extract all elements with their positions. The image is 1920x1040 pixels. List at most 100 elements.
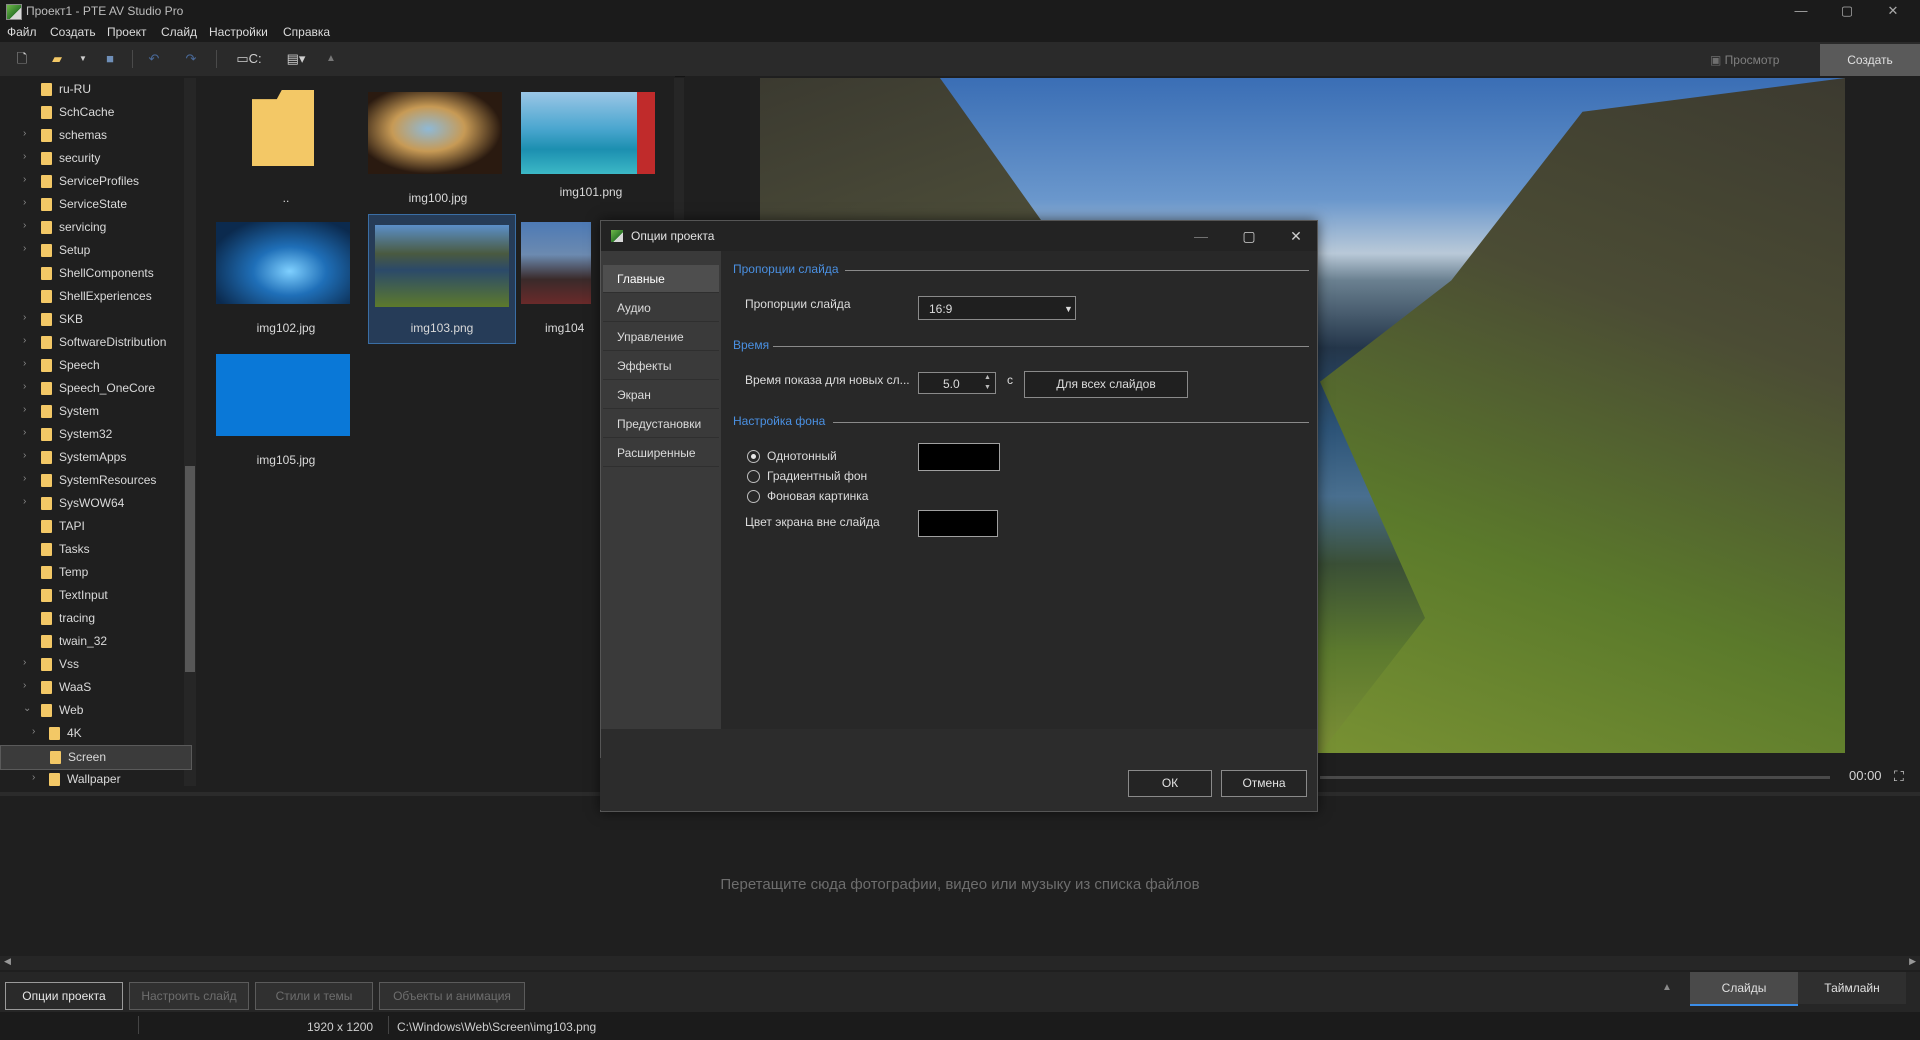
- thumbnail-img102[interactable]: img102.jpg: [210, 212, 350, 337]
- nav-advanced[interactable]: Расширенные: [603, 439, 719, 467]
- tree-item[interactable]: ShellComponents: [0, 262, 190, 285]
- chevron-down-icon[interactable]: ▼: [1064, 304, 1073, 314]
- tab-timeline[interactable]: Таймлайн: [1798, 972, 1906, 1004]
- objects-animation-button[interactable]: Объекты и анимация: [379, 982, 525, 1010]
- menu-project[interactable]: Проект: [107, 25, 147, 39]
- tab-slides[interactable]: Слайды: [1690, 972, 1798, 1006]
- save-icon[interactable]: ■: [101, 50, 119, 68]
- open-folder-icon[interactable]: ▰: [48, 50, 66, 68]
- tree-item[interactable]: › Setup: [0, 239, 190, 262]
- tree-item[interactable]: ShellExperiences: [0, 285, 190, 308]
- menu-help[interactable]: Справка: [283, 25, 330, 39]
- menu-settings[interactable]: Настройки: [209, 25, 268, 39]
- tree-expander-icon[interactable]: ›: [32, 772, 35, 783]
- open-dropdown-icon[interactable]: ▼: [74, 50, 92, 68]
- cancel-button[interactable]: Отмена: [1221, 770, 1307, 797]
- tree-item[interactable]: › Speech_OneCore: [0, 377, 190, 400]
- tree-expander-icon[interactable]: ›: [23, 220, 26, 231]
- tree-expander-icon[interactable]: ›: [23, 404, 26, 415]
- tree-item[interactable]: › servicing: [0, 216, 190, 239]
- nav-screen[interactable]: Экран: [603, 381, 719, 409]
- tree-expander-icon[interactable]: ›: [23, 450, 26, 461]
- outside-color-swatch[interactable]: [918, 510, 998, 537]
- tree-item[interactable]: twain_32: [0, 630, 190, 653]
- tree-expander-icon[interactable]: ›: [23, 335, 26, 346]
- redo-icon[interactable]: ↷: [182, 50, 200, 68]
- dialog-maximize-button[interactable]: ▢: [1235, 225, 1263, 247]
- thumbnail-img101[interactable]: img101.png: [515, 76, 655, 201]
- tree-expander-icon[interactable]: ›: [23, 312, 26, 323]
- maximize-button[interactable]: ▢: [1824, 0, 1870, 22]
- nav-main[interactable]: Главные: [603, 265, 719, 293]
- nav-audio[interactable]: Аудио: [603, 294, 719, 322]
- minimize-button[interactable]: —: [1778, 0, 1824, 22]
- tree-item[interactable]: › Speech: [0, 354, 190, 377]
- tree-item[interactable]: › 4K: [0, 722, 190, 745]
- tree-item[interactable]: › ServiceState: [0, 193, 190, 216]
- tree-expander-icon[interactable]: ›: [23, 496, 26, 507]
- bg-color-swatch[interactable]: [918, 443, 1000, 471]
- thumbnail-parent-folder[interactable]: ..: [210, 82, 350, 207]
- bg-solid-radio[interactable]: [747, 450, 760, 463]
- preview-button[interactable]: ▣ Просмотр: [1710, 49, 1820, 71]
- storyboard-scrollbar[interactable]: ◀ ▶: [0, 956, 1920, 970]
- thumbnail-img100[interactable]: img100.jpg: [362, 82, 502, 207]
- tree-item[interactable]: tracing: [0, 607, 190, 630]
- new-project-icon[interactable]: 🗋: [13, 50, 31, 68]
- tree-item[interactable]: ru-RU: [0, 78, 190, 101]
- tree-item[interactable]: › SystemApps: [0, 446, 190, 469]
- thumbnail-img105[interactable]: img105.jpg: [210, 344, 350, 469]
- thumbnail-img103[interactable]: img103.png: [368, 214, 516, 344]
- tree-item[interactable]: › System32: [0, 423, 190, 446]
- tree-item[interactable]: TextInput: [0, 584, 190, 607]
- create-button[interactable]: Создать: [1820, 44, 1920, 76]
- nav-control[interactable]: Управление: [603, 323, 719, 351]
- tree-item[interactable]: › Wallpaper: [0, 768, 190, 791]
- fullscreen-icon[interactable]: ⛶: [1894, 768, 1904, 785]
- tree-item[interactable]: SchCache: [0, 101, 190, 124]
- tree-expander-icon[interactable]: ›: [23, 243, 26, 254]
- undo-icon[interactable]: ↶: [145, 50, 163, 68]
- scroll-right-icon[interactable]: ▶: [1909, 956, 1916, 967]
- duration-stepper[interactable]: ▲ ▼: [980, 373, 995, 393]
- tree-expander-icon[interactable]: ›: [23, 657, 26, 668]
- tree-item[interactable]: Tasks: [0, 538, 190, 561]
- tree-expander-icon[interactable]: ›: [23, 680, 26, 691]
- scroll-left-icon[interactable]: ◀: [4, 956, 11, 967]
- tree-item[interactable]: › System: [0, 400, 190, 423]
- tree-expander-icon[interactable]: ›: [23, 174, 26, 185]
- tree-item[interactable]: TAPI: [0, 515, 190, 538]
- playback-progress-bar[interactable]: [1320, 776, 1830, 779]
- folder-up-icon[interactable]: ▲: [322, 50, 340, 68]
- menu-slide[interactable]: Слайд: [161, 25, 197, 39]
- bg-gradient-radio[interactable]: [747, 470, 760, 483]
- tree-item[interactable]: ⌄ Web: [0, 699, 190, 722]
- tree-item[interactable]: › ServiceProfiles: [0, 170, 190, 193]
- tree-expander-icon[interactable]: ›: [23, 151, 26, 162]
- apply-all-slides-button[interactable]: Для всех слайдов: [1024, 371, 1188, 398]
- nav-presets[interactable]: Предустановки: [603, 410, 719, 438]
- view-mode-icon[interactable]: ▤▾: [283, 50, 309, 68]
- ok-button[interactable]: ОК: [1128, 770, 1212, 797]
- customize-slide-button[interactable]: Настроить слайд: [129, 982, 249, 1010]
- dialog-minimize-button[interactable]: —: [1187, 225, 1215, 247]
- tree-expander-icon[interactable]: ›: [23, 473, 26, 484]
- nav-effects[interactable]: Эффекты: [603, 352, 719, 380]
- tree-expander-icon[interactable]: ›: [32, 726, 35, 737]
- tree-expander-icon[interactable]: ›: [23, 197, 26, 208]
- tree-expander-icon[interactable]: ›: [23, 358, 26, 369]
- drive-selector[interactable]: ▭C:: [232, 50, 266, 68]
- bg-image-radio[interactable]: [747, 490, 760, 503]
- tree-item[interactable]: Screen: [0, 745, 192, 770]
- tree-item[interactable]: › SystemResources: [0, 469, 190, 492]
- styles-themes-button[interactable]: Стили и темы: [255, 982, 373, 1010]
- tree-item[interactable]: › schemas: [0, 124, 190, 147]
- tree-item[interactable]: › SKB: [0, 308, 190, 331]
- tree-item[interactable]: › security: [0, 147, 190, 170]
- menu-file[interactable]: Файл: [7, 25, 37, 39]
- tree-item[interactable]: › Vss: [0, 653, 190, 676]
- dialog-close-button[interactable]: ✕: [1282, 225, 1310, 247]
- tree-expander-icon[interactable]: ›: [23, 427, 26, 438]
- tree-expander-icon[interactable]: ⌄: [23, 703, 31, 714]
- tree-item[interactable]: › WaaS: [0, 676, 190, 699]
